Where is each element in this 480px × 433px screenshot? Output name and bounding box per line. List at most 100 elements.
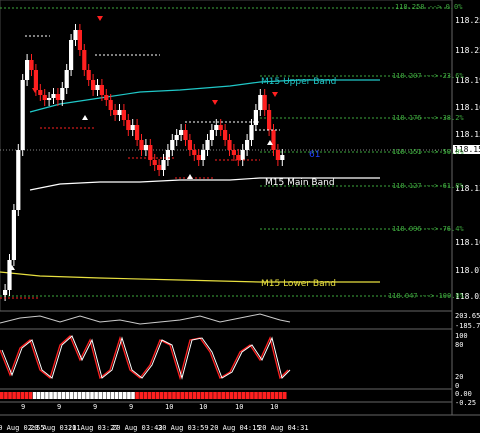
candle-body [108,100,113,110]
trend-bar [69,392,74,399]
osc1-axis-label: -185.760 [455,322,480,330]
trend-bar [225,392,230,399]
trend-bar [172,392,176,399]
trend-bar [168,392,172,399]
trend-bar [282,392,287,399]
trend-bar [4,392,8,399]
trend-bar [94,392,98,399]
time-axis-label: 20 Aug 03:59 [158,424,209,432]
candle-body [51,94,56,98]
candle-body [47,98,52,100]
trend-bar [164,392,168,399]
bar-counter-label: 10 [165,403,174,411]
candle-body [104,95,109,100]
price-axis-label: 118.250 [455,16,480,25]
time-axis-label: 20 Aug 03:43 [112,424,163,432]
trend-bar [82,392,86,399]
trend-bar [8,392,12,399]
trend-bar [118,392,123,399]
candle-body [196,155,201,160]
chart-canvas[interactable] [0,0,480,433]
bar-counter-label: 9 [21,403,26,411]
trend-bar [36,392,41,399]
fib-level-label: 118.096 --> 76.4% [392,225,464,233]
trend-bar [57,392,61,399]
trend-bar [262,392,266,399]
candle-body [77,30,82,50]
candle-body [117,110,122,115]
price-axis-label: 118.070 [455,266,480,275]
trend-bar [221,392,225,399]
trend-bar [278,392,283,399]
trend-bar [135,392,139,399]
trend-bar [151,392,156,399]
fib-level-label: 118.176 --> 38.2% [392,114,464,122]
candle-body [86,70,91,80]
candle-body [236,155,241,160]
candle-body [99,85,104,95]
candle-body [157,165,162,170]
trend-bar [0,392,4,399]
trend-bar [102,392,107,399]
candle-body [280,155,285,160]
trend-bar [20,392,25,399]
candle-body [60,88,65,100]
bar-counter-label: 10 [235,403,244,411]
candle-body [209,130,214,140]
candle-body [135,125,140,140]
price-axis-label: 118.220 [455,46,480,55]
trend-bar [61,392,66,399]
candle-body [64,70,69,88]
candle-body [275,150,280,160]
candle-body [262,95,267,110]
trend-bar [24,392,29,399]
bar-counter-label: 9 [57,403,62,411]
candle-body [249,125,254,140]
candle-body [214,125,219,130]
candle-body [20,80,25,150]
price-axis-label: 118.160 [455,103,480,112]
trend-bar [16,392,20,399]
sell-arrow-icon [272,92,278,97]
candle-body [253,110,258,125]
stoch-signal-line [0,334,289,381]
trend-bar [73,392,78,399]
trend-bar [192,392,197,399]
trend-bar [77,392,82,399]
upper-band-label: M15 Upper Band [261,77,337,87]
trend-bar [266,392,271,399]
candle-body [218,125,223,130]
trend-bar [196,392,201,399]
candle-body [55,94,60,100]
price-axis-label: 118.100 [455,238,480,247]
trend-bar [241,392,246,399]
candle-body [38,90,43,95]
candle-body [161,160,166,170]
trend-bar [114,392,119,399]
lower-band-label: M15 Lower Band [261,279,337,289]
bar-counter-label: 10 [199,403,208,411]
trend-bar [86,392,90,399]
buy-arrow-icon [82,115,88,120]
trend-bar [90,392,94,399]
candle-body [73,30,78,40]
time-axis-label: 20 Aug 04:31 [258,424,309,432]
candle-body [205,140,210,150]
candle-body [25,60,30,80]
trend-bar [184,392,189,399]
candle-body [267,110,272,130]
trend-bar [155,392,160,399]
trend-bar [200,392,205,399]
candle-body [245,140,250,150]
trend-bar [270,392,275,399]
trend-bar [131,392,135,399]
osc1-line [0,313,291,325]
candle-body [126,120,131,130]
trend-bar [45,392,49,399]
trend-bar [274,392,279,399]
sell-arrow-icon [97,16,103,21]
candle-body [33,70,38,90]
candle-body [130,125,135,130]
candle-body [29,60,34,70]
candle-body [170,140,175,150]
